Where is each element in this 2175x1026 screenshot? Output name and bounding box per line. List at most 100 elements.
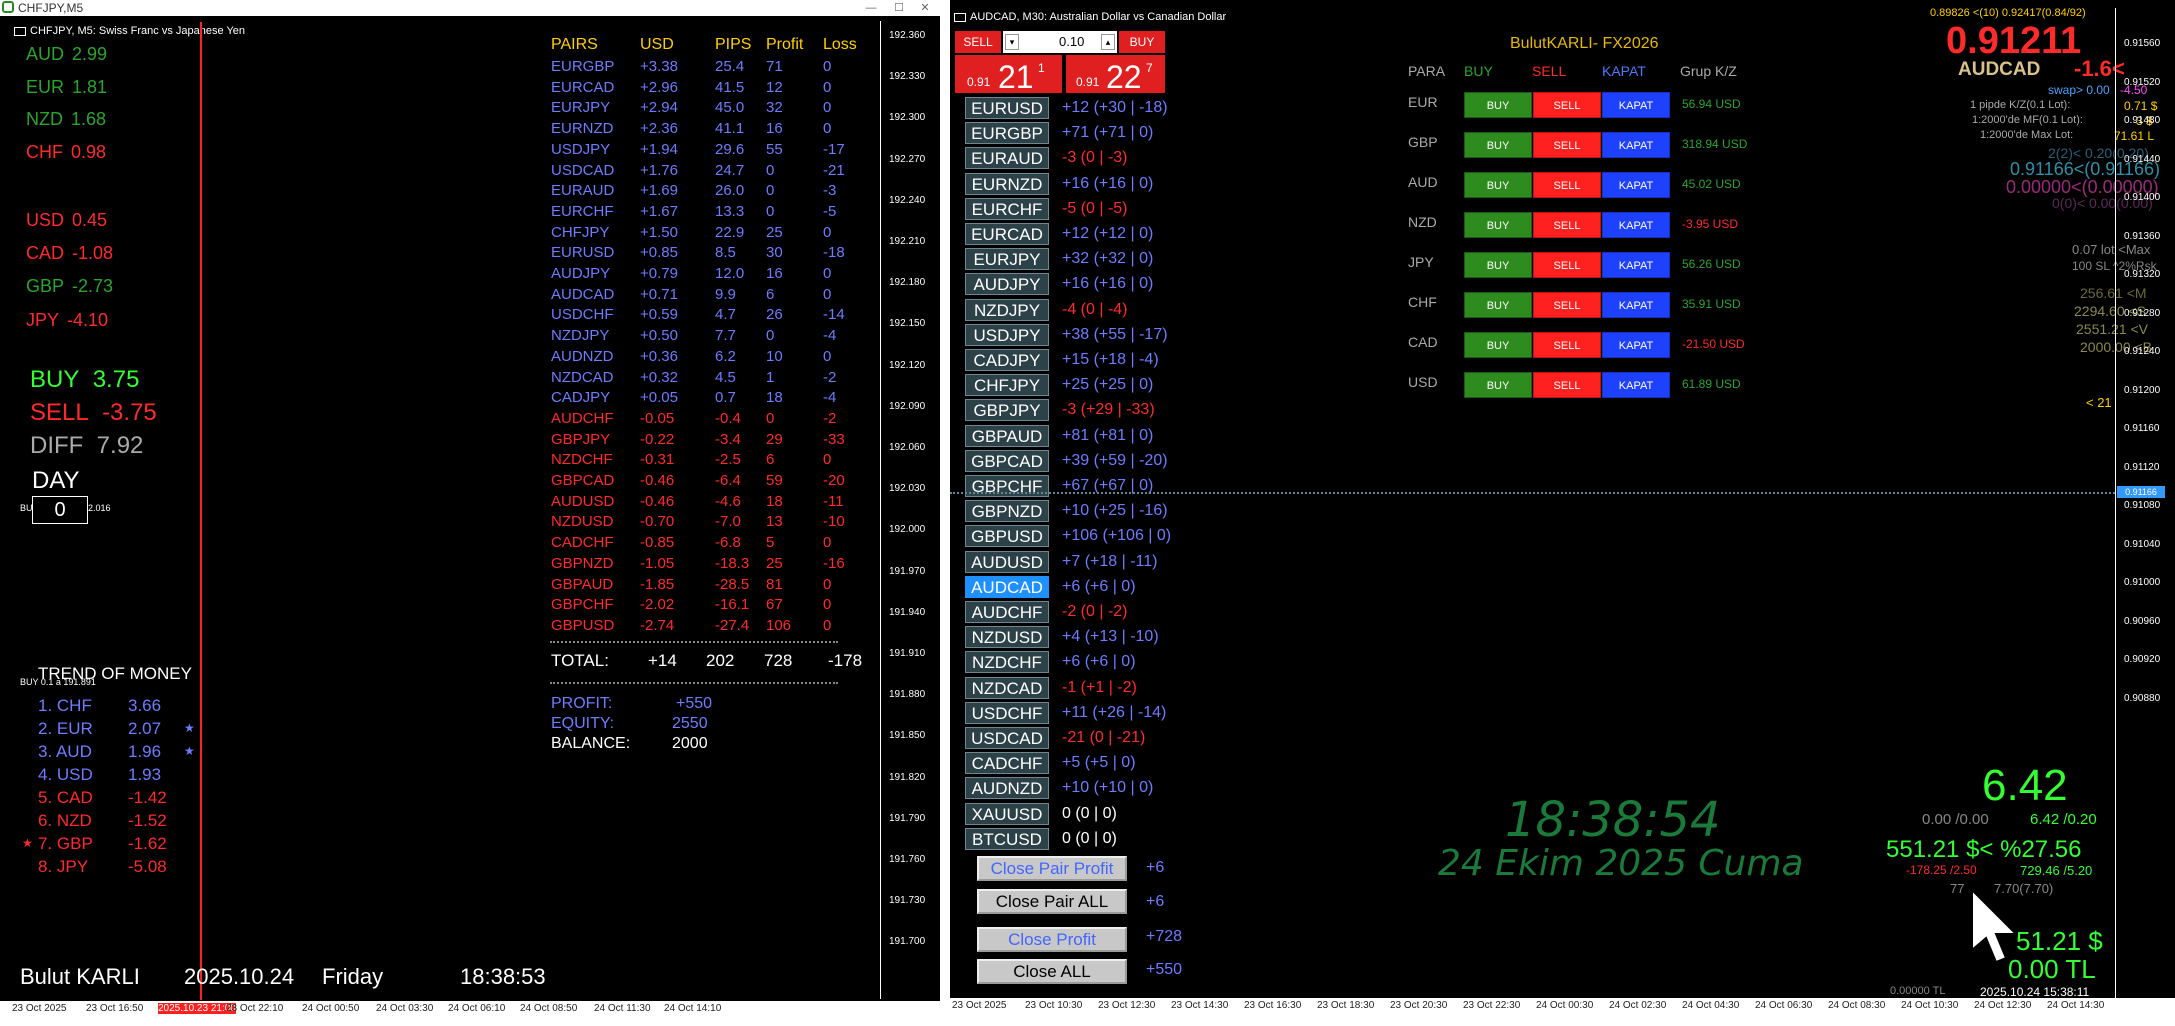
equity-line: 551.21 $< %27.56 bbox=[1886, 836, 2082, 863]
panel-sell-button[interactable]: SELL bbox=[1533, 292, 1601, 318]
panel-kapat-button[interactable]: KAPAT bbox=[1602, 92, 1670, 118]
day-input[interactable]: 0 bbox=[32, 496, 88, 524]
table-cell: 22.9 bbox=[715, 223, 745, 241]
minimize-button[interactable]: — bbox=[858, 0, 884, 16]
panel-kapat-button[interactable]: KAPAT bbox=[1602, 132, 1670, 158]
pair-button-euraud[interactable]: EURAUD bbox=[965, 147, 1049, 170]
pair-button-gbpcad[interactable]: GBPCAD bbox=[965, 449, 1049, 472]
pair-button-nzdchf[interactable]: NZDCHF bbox=[965, 651, 1049, 674]
panel-buy-button[interactable]: BUY bbox=[1464, 172, 1532, 198]
profit-separator bbox=[550, 682, 838, 684]
left-price-axis[interactable]: 192.360 192.330 192.300 192.270 192.240 192.2… bbox=[880, 21, 925, 999]
pos-line: 729.46 /5.20 bbox=[2020, 863, 2093, 878]
currency-code: CAD bbox=[26, 243, 65, 263]
pair-button-nzdusd[interactable]: NZDUSD bbox=[965, 626, 1049, 649]
left-window-titlebar[interactable]: CHFJPY,M5 — ☐ ✕ bbox=[0, 0, 940, 16]
table-cell: -0.05 bbox=[640, 409, 675, 427]
buy-order-button[interactable]: BUY bbox=[1119, 31, 1165, 53]
pair-button-eurchf[interactable]: EURCHF bbox=[965, 197, 1049, 220]
panel-buy-button[interactable]: BUY bbox=[1464, 252, 1532, 278]
lot-size-input[interactable]: ▾ 0.10 ▴ bbox=[1003, 31, 1117, 53]
table-cell: -7.0 bbox=[715, 513, 741, 531]
price-label: 192.060 bbox=[889, 442, 926, 453]
pair-button-eurgbp[interactable]: EURGBP bbox=[965, 122, 1049, 145]
pair-button-cadchf[interactable]: CADCHF bbox=[965, 752, 1049, 775]
panel-buy-button[interactable]: BUY bbox=[1464, 92, 1532, 118]
panel-sell-button[interactable]: SELL bbox=[1533, 92, 1601, 118]
table-cell: 0 bbox=[766, 327, 775, 345]
pair-button-gbpnzd[interactable]: GBPNZD bbox=[965, 500, 1049, 523]
panel-sell-button[interactable]: SELL bbox=[1533, 172, 1601, 198]
maximize-button[interactable]: ☐ bbox=[886, 0, 912, 16]
left-chart-window[interactable]: CHFJPY,M5 — ☐ ✕ CHFJPY, M5: Swiss Franc … bbox=[0, 0, 940, 1026]
pair-button-nzdjpy[interactable]: NZDJPY bbox=[965, 298, 1049, 321]
pair-button-gbpaud[interactable]: GBPAUD bbox=[965, 424, 1049, 447]
pair-button-audchf[interactable]: AUDCHF bbox=[965, 601, 1049, 623]
currency-row: AUD 2.99 bbox=[26, 45, 107, 63]
bid-price-box[interactable]: 0.91 21 1 bbox=[955, 55, 1062, 95]
right-time-axis[interactable]: 23 Oct 2025 23 Oct 10:30 23 Oct 12:30 23 Oc… bbox=[950, 998, 2175, 1026]
pair-button-btcusd[interactable]: BTCUSD bbox=[965, 827, 1049, 850]
pair-button-audusd[interactable]: AUDUSD bbox=[965, 550, 1049, 573]
pair-button-usdcad[interactable]: USDCAD bbox=[965, 727, 1049, 749]
pair-button-usdjpy[interactable]: USDJPY bbox=[965, 323, 1049, 346]
panel-kapat-button[interactable]: KAPAT bbox=[1602, 332, 1670, 358]
big-clock: 18:38:54 bbox=[1505, 792, 1721, 848]
pair-button-eurcad[interactable]: EURCAD bbox=[965, 223, 1049, 245]
pair-button-eurnzd[interactable]: EURNZD bbox=[965, 172, 1049, 195]
table-cell: GBPCHF bbox=[551, 596, 614, 614]
pair-button-eurjpy[interactable]: EURJPY bbox=[965, 248, 1049, 271]
pair-button-usdchf[interactable]: USDCHF bbox=[965, 701, 1049, 724]
vertical-period-line bbox=[200, 22, 202, 1000]
pair-button-audnzd[interactable]: AUDNZD bbox=[965, 777, 1049, 800]
panel-kapat-button[interactable]: KAPAT bbox=[1602, 172, 1670, 198]
panel-buy-button[interactable]: BUY bbox=[1464, 372, 1532, 398]
panel-buy-button[interactable]: BUY bbox=[1464, 132, 1532, 158]
close-pair-profit-button[interactable]: Close Pair Profit bbox=[977, 856, 1127, 881]
panel-buy-button[interactable]: BUY bbox=[1464, 332, 1532, 358]
pair-button-gbpusd[interactable]: GBPUSD bbox=[965, 525, 1049, 548]
panel-kapat-button[interactable]: KAPAT bbox=[1602, 372, 1670, 398]
lot-decrease-button[interactable]: ▾ bbox=[1005, 34, 1019, 50]
table-cell: -0.85 bbox=[640, 534, 675, 552]
close-pair-all-button[interactable]: Close Pair ALL bbox=[977, 889, 1127, 914]
pair-profit-text: +106 (+106 | 0) bbox=[1062, 527, 1172, 545]
right-chart-window[interactable]: AUDCAD, M30: Australian Dollar vs Canadi… bbox=[950, 0, 2175, 1026]
panel-sell-button[interactable]: SELL bbox=[1533, 252, 1601, 278]
panel-kapat-button[interactable]: KAPAT bbox=[1602, 212, 1670, 238]
pair-button-cadjpy[interactable]: CADJPY bbox=[965, 349, 1049, 371]
price-label: 192.120 bbox=[889, 359, 926, 371]
panel-kapat-button[interactable]: KAPAT bbox=[1602, 292, 1670, 318]
table-cell: 26.0 bbox=[715, 182, 745, 200]
pair-button-audcad[interactable]: AUDCAD bbox=[965, 575, 1049, 598]
panel-buy-button[interactable]: BUY bbox=[1464, 212, 1532, 238]
sell-order-button[interactable]: SELL bbox=[955, 31, 1001, 53]
pair-button-chfjpy[interactable]: CHFJPY bbox=[965, 374, 1049, 397]
pair-button-gbpjpy[interactable]: GBPJPY bbox=[965, 399, 1049, 422]
lot-increase-button[interactable]: ▴ bbox=[1101, 34, 1115, 50]
close-button[interactable]: ✕ bbox=[912, 0, 938, 16]
panel-kapat-button[interactable]: KAPAT bbox=[1602, 252, 1670, 278]
pair-button-audjpy[interactable]: AUDJPY bbox=[965, 273, 1049, 296]
footer-date: 2025.10.24 bbox=[184, 964, 295, 989]
close-profit-button[interactable]: Close Profit bbox=[977, 927, 1127, 952]
panel-sell-button[interactable]: SELL bbox=[1533, 332, 1601, 358]
panel-sell-button[interactable]: SELL bbox=[1533, 212, 1601, 238]
pair-button-eurusd[interactable]: EURUSD bbox=[965, 97, 1049, 119]
table-cell: 6 bbox=[766, 285, 775, 303]
pair-button-nzdcad[interactable]: NZDCAD bbox=[965, 676, 1049, 699]
price-label: 192.180 bbox=[889, 277, 926, 289]
table-cell: 6 bbox=[766, 451, 775, 469]
left-time-axis[interactable]: 23 Oct 2025 23 Oct 16:50 2025.10.23 21:00 2… bbox=[0, 1000, 940, 1026]
right-price-axis[interactable]: 0.91560 0.91520 0.91480 0.91440 0.91400 0.913… bbox=[2115, 8, 2160, 998]
ask-price-box[interactable]: 0.91 22 7 bbox=[1066, 55, 1165, 95]
table-cell: 6.2 bbox=[715, 347, 736, 365]
panel-buy-button[interactable]: BUY bbox=[1464, 292, 1532, 318]
table-cell: 0 bbox=[823, 99, 832, 117]
panel-sell-button[interactable]: SELL bbox=[1533, 132, 1601, 158]
panel-sell-button[interactable]: SELL bbox=[1533, 372, 1601, 398]
pair-button-xauusd[interactable]: XAUUSD bbox=[965, 802, 1049, 825]
close-all-button[interactable]: Close ALL bbox=[977, 959, 1127, 984]
footer-name: Bulut KARLI bbox=[20, 964, 140, 989]
total-cell: TOTAL: bbox=[551, 651, 609, 670]
